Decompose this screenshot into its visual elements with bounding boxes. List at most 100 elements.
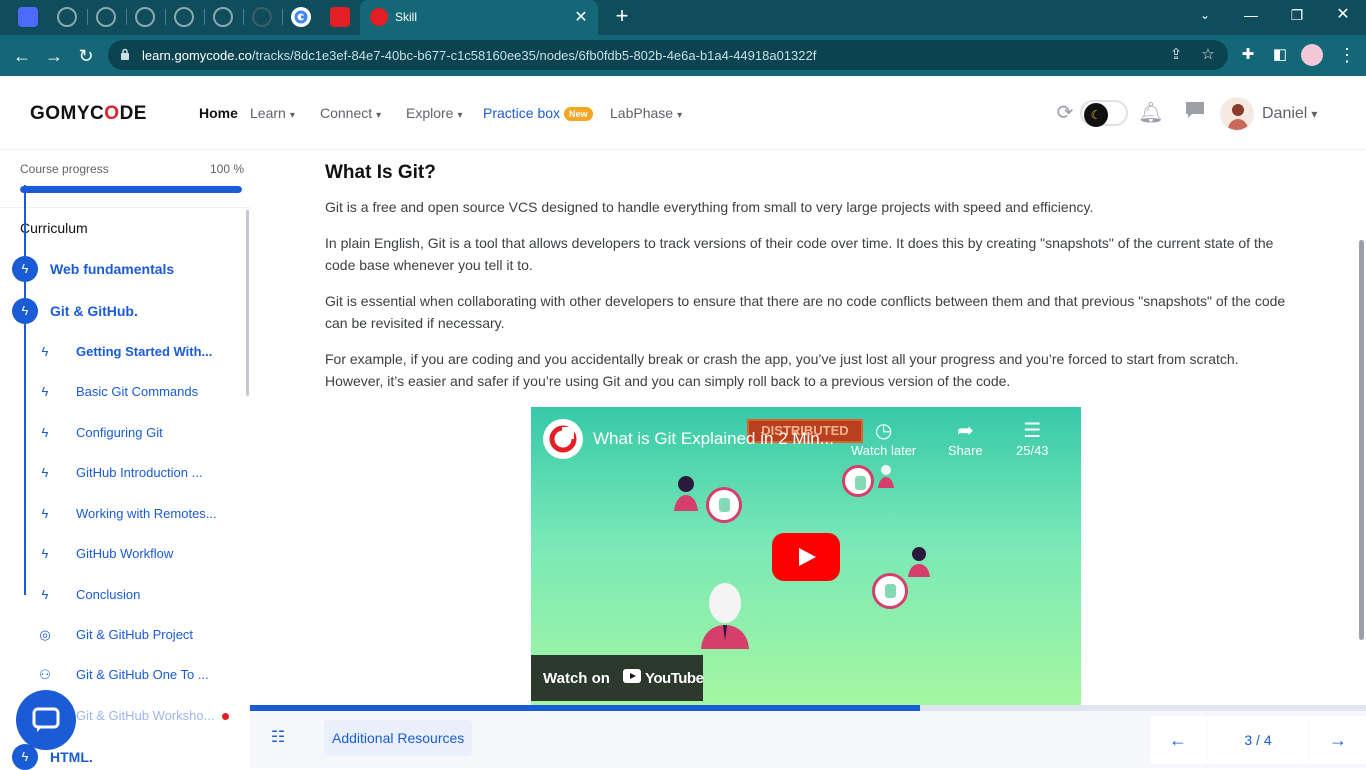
sidebar-scrollbar[interactable] [246, 210, 249, 396]
tab-icon[interactable] [213, 7, 233, 27]
watch-later-button[interactable]: ◷ Watch later [851, 419, 916, 458]
youtube-video-embed[interactable]: DISTRIBUTED What is Git Explained in 2 M… [531, 407, 1081, 705]
bolt-icon: ϟ [41, 506, 49, 521]
profile-avatar-icon[interactable] [1301, 44, 1323, 66]
chat-support-button[interactable] [16, 690, 76, 750]
active-tab[interactable]: Skill ✕ [360, 0, 598, 35]
nav-learn[interactable]: Learn ▾ [250, 105, 295, 121]
playlist-button[interactable]: ☰ 25/43 [1016, 419, 1049, 458]
clock-icon: ◷ [874, 420, 893, 442]
new-tab-button[interactable]: + [610, 4, 634, 28]
bolt-icon: ϟ [41, 425, 49, 440]
page-title: What Is Git? [325, 162, 436, 183]
lesson-content: What Is Git? Git is a free and open sour… [250, 150, 1358, 705]
chevron-down-icon: ▾ [677, 110, 683, 121]
additional-resources-button[interactable]: Additional Resources [324, 720, 473, 756]
user-avatar[interactable] [1220, 97, 1254, 131]
lesson-item[interactable]: ◎ Git & GitHub Project [36, 625, 236, 645]
user-menu[interactable]: Daniel ▾ [1262, 105, 1317, 123]
target-icon: ◎ [39, 627, 51, 642]
lesson-footer: ☷ Additional Resources ← 3 / 4 → [250, 705, 1366, 768]
minimize-icon[interactable]: — [1228, 0, 1274, 30]
previous-arrow-icon[interactable]: ← [1150, 716, 1206, 764]
nav-explore[interactable]: Explore ▾ [406, 105, 463, 121]
app-header: GOMYCODE Home Learn ▾ Connect ▾ Explore ▾ P… [0, 76, 1366, 150]
google-tab-icon[interactable] [291, 7, 311, 27]
share-arrow-icon: ➦ [956, 420, 974, 442]
lesson-item[interactable]: ϟ Basic Git Commands [36, 382, 236, 402]
unread-dot [222, 713, 229, 720]
tab-icon[interactable] [330, 7, 350, 27]
watch-on-youtube-button[interactable]: Watch on YouTube [531, 655, 704, 701]
paragraph: In plain English, Git is a tool that all… [325, 235, 1274, 273]
forward-arrow-icon[interactable]: → [42, 44, 66, 68]
browser-tab-strip: Skill ✕ + ⌄ — ❐ ✕ [0, 0, 1366, 35]
restore-icon[interactable]: ❐ [1274, 0, 1320, 30]
course-progress-label: Course progress [20, 162, 109, 176]
app-tab-icon[interactable] [18, 7, 38, 27]
tab-icon[interactable] [174, 7, 194, 27]
address-bar[interactable]: learn.gomycode.co/tracks/8dc1e3ef-84e7-4… [108, 40, 1228, 70]
channel-logo[interactable] [543, 419, 583, 459]
nav-practice-box[interactable]: Practice box New [483, 105, 593, 122]
nav-home[interactable]: Home [199, 105, 238, 121]
messages-icon[interactable] [1182, 100, 1208, 126]
tab-title: Skill [395, 10, 418, 24]
close-tab-icon[interactable]: ✕ [572, 7, 590, 27]
new-badge: New [564, 107, 593, 122]
reload-icon[interactable]: ↻ [74, 44, 98, 68]
bolt-icon: ϟ [41, 465, 49, 480]
nav-labphase[interactable]: LabPhase ▾ [610, 105, 682, 121]
share-button[interactable]: ➦ Share [948, 419, 983, 458]
nav-connect[interactable]: Connect ▾ [320, 105, 381, 121]
lesson-item[interactable]: ϟ GitHub Introduction ... [36, 463, 236, 483]
gomycode-logo[interactable]: GOMYCODE [30, 103, 147, 125]
paragraph: Git is a free and open source VCS design… [325, 199, 1094, 215]
database-icon [842, 465, 874, 497]
lock-icon[interactable] [120, 48, 130, 60]
lesson-item[interactable]: ϟ Conclusion [36, 585, 236, 605]
chevron-down-icon: ▾ [376, 110, 382, 121]
video-title[interactable]: What is Git Explained in 2 Min... [593, 429, 834, 449]
lesson-item[interactable]: ϟ Configuring Git [36, 423, 236, 443]
bolt-icon: ϟ [12, 298, 38, 324]
lesson-progress-fill [250, 705, 920, 711]
curriculum-title: Curriculum [20, 220, 88, 236]
paragraph: Git is essential when collaborating with… [325, 293, 1286, 331]
lesson-item[interactable]: ϟ Getting Started With... [36, 342, 236, 362]
bolt-icon: ϟ [41, 587, 49, 602]
share-page-icon[interactable]: ⇪ [1166, 45, 1186, 65]
lesson-item[interactable]: ⚇ Git & GitHub One To ... [36, 665, 236, 685]
notification-bell-icon[interactable]: 🔔︎ [1138, 100, 1164, 126]
back-arrow-icon[interactable]: ← [10, 44, 34, 68]
database-icon [706, 487, 742, 523]
dark-mode-toggle[interactable]: ☾ [1080, 100, 1128, 127]
lesson-item[interactable]: ϟ GitHub Workflow [36, 544, 236, 564]
content-scrollbar[interactable] [1359, 240, 1364, 640]
browser-menu-icon[interactable]: ⋮ [1336, 44, 1358, 66]
people-icon: ⚇ [39, 667, 51, 682]
lesson-item[interactable]: ϟ Working with Remotes... [36, 504, 236, 524]
side-panel-icon[interactable]: ◧ [1269, 44, 1291, 66]
tab-icon[interactable] [96, 7, 116, 27]
tab-icon[interactable] [57, 7, 77, 27]
bolt-icon: ϟ [41, 344, 49, 359]
tab-icon[interactable] [252, 7, 272, 27]
tab-search-icon[interactable]: ⌄ [1182, 0, 1228, 30]
sync-icon[interactable]: ⟳ [1052, 100, 1078, 126]
url-text[interactable]: learn.gomycode.co/tracks/8dc1e3ef-84e7-4… [142, 48, 816, 63]
play-button[interactable] [772, 533, 840, 581]
gomycode-favicon-icon [370, 8, 388, 26]
next-arrow-icon[interactable]: → [1310, 716, 1366, 764]
extensions-puzzle-icon[interactable]: ✚ [1237, 44, 1259, 66]
page-indicator: 3 / 4 [1207, 716, 1309, 764]
chevron-down-icon: ▾ [457, 110, 463, 121]
list-outline-icon[interactable]: ☷ [267, 727, 289, 749]
person-illustration [908, 547, 930, 577]
window-close-icon[interactable]: ✕ [1320, 0, 1366, 30]
tab-icon[interactable] [135, 7, 155, 27]
database-icon [872, 573, 908, 609]
bookmark-star-icon[interactable]: ☆ [1198, 45, 1218, 65]
person-illustration [674, 476, 698, 511]
chevron-down-icon: ▾ [1311, 107, 1318, 121]
